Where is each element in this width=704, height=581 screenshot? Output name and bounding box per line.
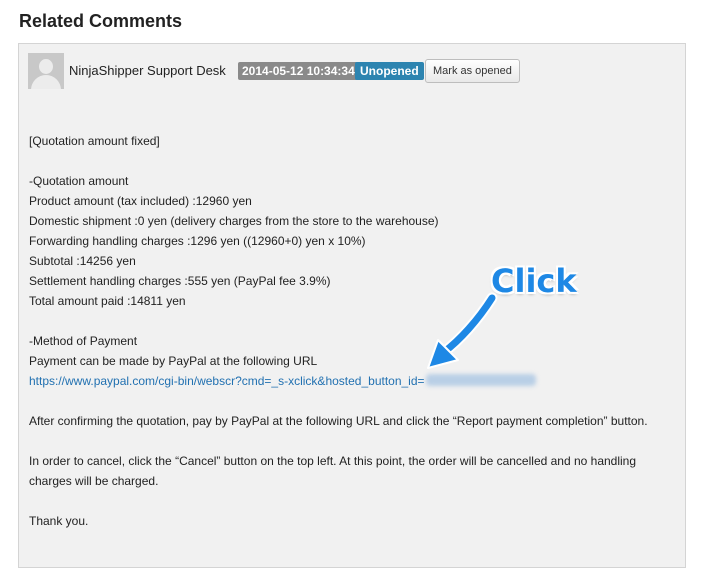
- quotation-amount-label: -Quotation amount: [29, 174, 129, 188]
- confirm-instruction: After confirming the quotation, pay by P…: [29, 414, 648, 428]
- comment-card: NinjaShipper Support Desk 2014-05-12 10:…: [18, 43, 686, 568]
- payment-instruction: Payment can be made by PayPal at the fol…: [29, 354, 318, 368]
- payment-method-label: -Method of Payment: [29, 334, 138, 348]
- comment-header: NinjaShipper Support Desk 2014-05-12 10:…: [28, 53, 676, 93]
- thank-you: Thank you.: [29, 514, 89, 528]
- quotation-heading: [Quotation amount fixed]: [29, 134, 160, 148]
- forwarding-charges: Forwarding handling charges :1296 yen ((…: [29, 234, 366, 248]
- paypal-link[interactable]: https://www.paypal.com/cgi-bin/webscr?cm…: [29, 374, 425, 388]
- arrow-pointer-icon: [427, 292, 498, 369]
- settlement-charges: Settlement handling charges :555 yen (Pa…: [29, 274, 331, 288]
- comment-author: NinjaShipper Support Desk: [69, 63, 226, 78]
- mark-as-opened-button[interactable]: Mark as opened: [425, 59, 520, 83]
- domestic-shipment: Domestic shipment :0 yen (delivery charg…: [29, 214, 439, 228]
- subtotal: Subtotal :14256 yen: [29, 254, 136, 268]
- avatar: [28, 53, 64, 89]
- cancel-instruction: In order to cancel, click the “Cancel” b…: [29, 454, 637, 488]
- avatar-body-icon: [31, 75, 61, 89]
- total-amount: Total amount paid :14811 yen: [29, 294, 186, 308]
- product-amount: Product amount (tax included) :12960 yen: [29, 194, 252, 208]
- paypal-link-line: https://www.paypal.com/cgi-bin/webscr?cm…: [29, 371, 679, 391]
- comment-body: [Quotation amount fixed] -Quotation amou…: [29, 131, 679, 531]
- avatar-head-icon: [39, 59, 53, 74]
- date-badge: 2014-05-12 10:34:34: [238, 62, 359, 80]
- status-badge: Unopened: [355, 62, 424, 80]
- section-title: Related Comments: [19, 11, 183, 31]
